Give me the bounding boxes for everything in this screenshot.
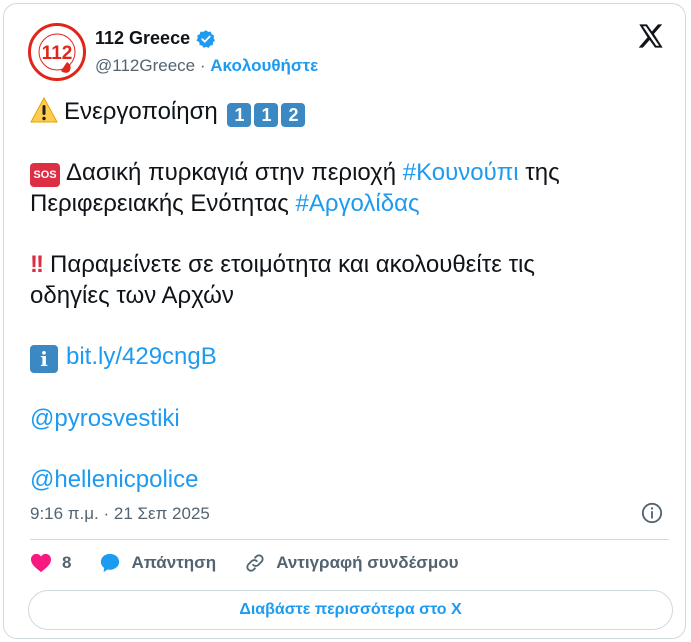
tweet-line-activation: Ενεργοποίηση 112 <box>30 96 660 127</box>
fire-text: Δασική πυρκαγιά στην περιοχή <box>66 159 403 186</box>
alert-text: Παραμείνετε σε ετοιμότητα και ακολουθείτ… <box>49 251 535 278</box>
divider <box>30 539 669 540</box>
keycap-1-icon: 1 <box>227 103 252 127</box>
keycap-2-icon: 2 <box>281 103 306 127</box>
heart-icon <box>31 553 51 573</box>
tweet-line-region: Περιφερειακής Ενότητας #Αργολίδας <box>30 188 660 219</box>
tweet-line-link: i bit.ly/429cngB <box>30 341 660 373</box>
copy-link-label: Αντιγραφή συνδέσμου <box>276 553 459 572</box>
info-circle-icon[interactable] <box>641 502 663 524</box>
keycap-1-icon: 1 <box>254 103 279 127</box>
like-count: 8 <box>62 553 72 572</box>
separator-dot: · <box>199 56 206 75</box>
tweet-line-mention-1: @pyrosvestiki <box>30 403 660 434</box>
follow-button[interactable]: Ακολουθήστε <box>210 56 318 75</box>
reply-button[interactable]: Απάντηση <box>99 552 216 574</box>
hashtag-argolidas[interactable]: #Αργολίδας <box>296 190 420 217</box>
tweet-line-authorities: οδηγίες των Αρχών <box>30 282 234 309</box>
tweet-line-fire: SOS Δασική πυρκαγιά στην περιοχή #Κουνούπ… <box>30 157 660 188</box>
x-logo-icon[interactable] <box>637 22 665 50</box>
author-handle-row: @112Greece · Ακολουθήστε <box>95 56 318 76</box>
author-handle[interactable]: @112Greece <box>95 56 195 75</box>
warning-icon <box>30 97 58 123</box>
read-more-button[interactable]: Διαβάστε περισσότερα στο X <box>28 590 673 630</box>
tweet-timestamp[interactable]: 9:16 π.μ. · 21 Σεπ 2025 <box>30 504 210 524</box>
author-name[interactable]: 112 Greece <box>95 28 190 49</box>
copy-link-button[interactable]: Αντιγραφή συνδέσμου <box>244 552 459 574</box>
mention-pyrosvestiki[interactable]: @pyrosvestiki <box>30 405 180 432</box>
mention-hellenicpolice[interactable]: @hellenicpolice <box>30 466 198 493</box>
information-icon: i <box>30 345 58 373</box>
avatar[interactable]: 112 <box>28 23 86 81</box>
tweet-line-alert: !! Παραμείνετε σε ετοιμότητα και ακολουθε… <box>30 249 660 280</box>
reply-label: Απάντηση <box>131 553 217 572</box>
region-text: Περιφερειακής Ενότητας <box>30 190 296 217</box>
reply-bubble-icon <box>101 553 120 573</box>
sos-icon: SOS <box>30 163 60 187</box>
tweet-body: Ενεργοποίηση 112 SOS Δασική πυρκαγιά στην… <box>30 96 660 495</box>
avatar-logo: 112 <box>32 27 82 77</box>
author-name-row[interactable]: 112 Greece <box>95 28 216 49</box>
tweet-line-mention-2: @hellenicpolice <box>30 464 660 495</box>
avatar-number: 112 <box>42 43 73 64</box>
activation-text: Ενεργοποίηση <box>64 98 218 125</box>
short-link[interactable]: bit.ly/429cngB <box>66 343 217 370</box>
hashtag-kounoupi[interactable]: #Κουνούπι <box>403 159 519 186</box>
tweet-card: 112 112 Greece @112Greece · Ακολουθήστε … <box>3 3 686 639</box>
verified-badge-icon <box>196 29 216 48</box>
fire-text-mid: της <box>518 159 560 186</box>
link-icon <box>246 554 264 572</box>
like-button[interactable]: 8 <box>30 553 71 573</box>
read-more-label: Διαβάστε περισσότερα στο X <box>239 601 462 618</box>
double-exclamation-icon: !! <box>30 251 44 278</box>
tweet-actions: 8 Απάντηση Αντιγραφή συνδέσμου <box>30 552 487 574</box>
